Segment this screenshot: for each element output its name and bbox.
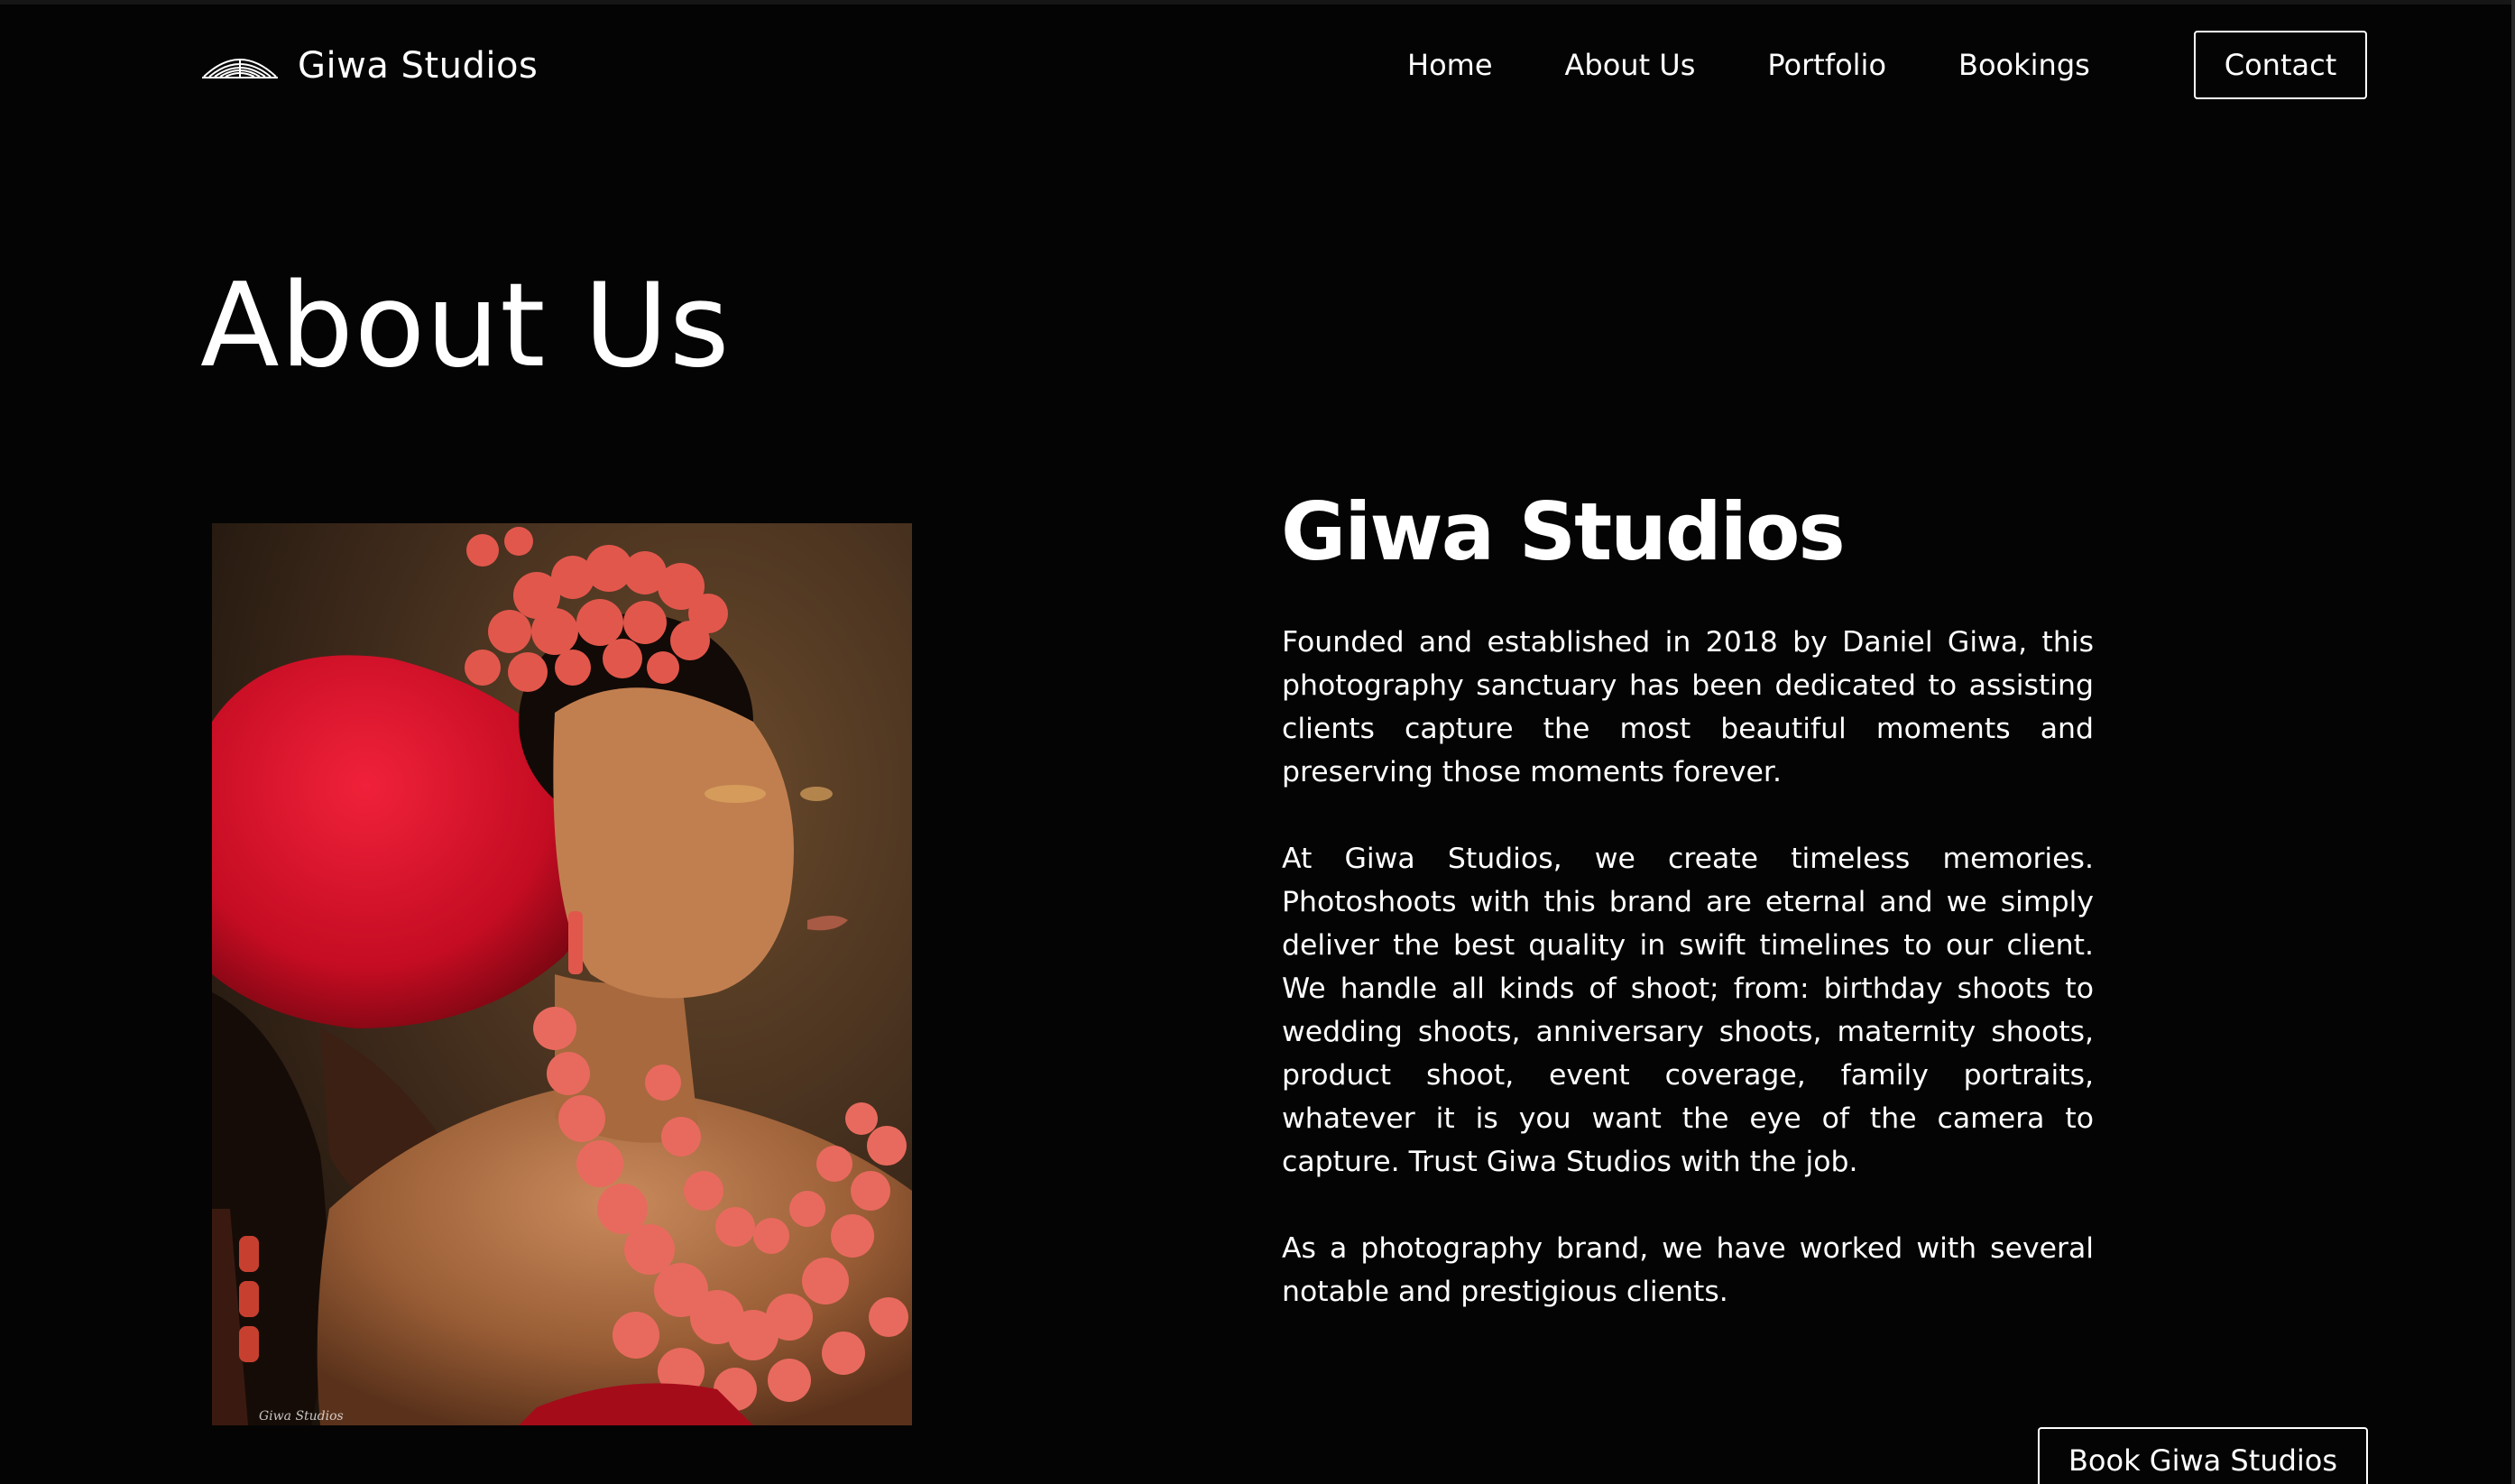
book-studio-button[interactable]: Book Giwa Studios (2038, 1427, 2368, 1484)
page-title: About Us (200, 259, 731, 393)
about-paragraph: Founded and established in 2018 by Danie… (1282, 626, 2094, 788)
main-nav: Home About Us Portfolio Bookings (1407, 31, 2162, 99)
about-paragraph: At Giwa Studios, we create timeless memo… (1282, 843, 2094, 1178)
brand-name: Giwa Studios (298, 45, 539, 87)
scrollbar-track[interactable] (2511, 0, 2515, 1484)
scallop-shell-icon (202, 50, 278, 82)
browser-top-strip (0, 0, 2515, 5)
nav-home[interactable]: Home (1407, 48, 1493, 82)
about-paragraph: As a photography brand, we have worked w… (1282, 1232, 2094, 1308)
site-logo[interactable]: Giwa Studios (202, 34, 538, 97)
studio-heading: Giwa Studios (1281, 485, 1846, 578)
photo-signature: Giwa Studios (259, 1409, 344, 1424)
about-text: Founded and established in 2018 by Danie… (1282, 621, 2094, 1357)
nav-bookings[interactable]: Bookings (1958, 48, 2090, 82)
contact-button[interactable]: Contact (2194, 31, 2367, 99)
nav-portfolio[interactable]: Portfolio (1767, 48, 1886, 82)
nav-about-us[interactable]: About Us (1565, 48, 1696, 82)
portrait-photo: Giwa Studios (212, 523, 912, 1425)
